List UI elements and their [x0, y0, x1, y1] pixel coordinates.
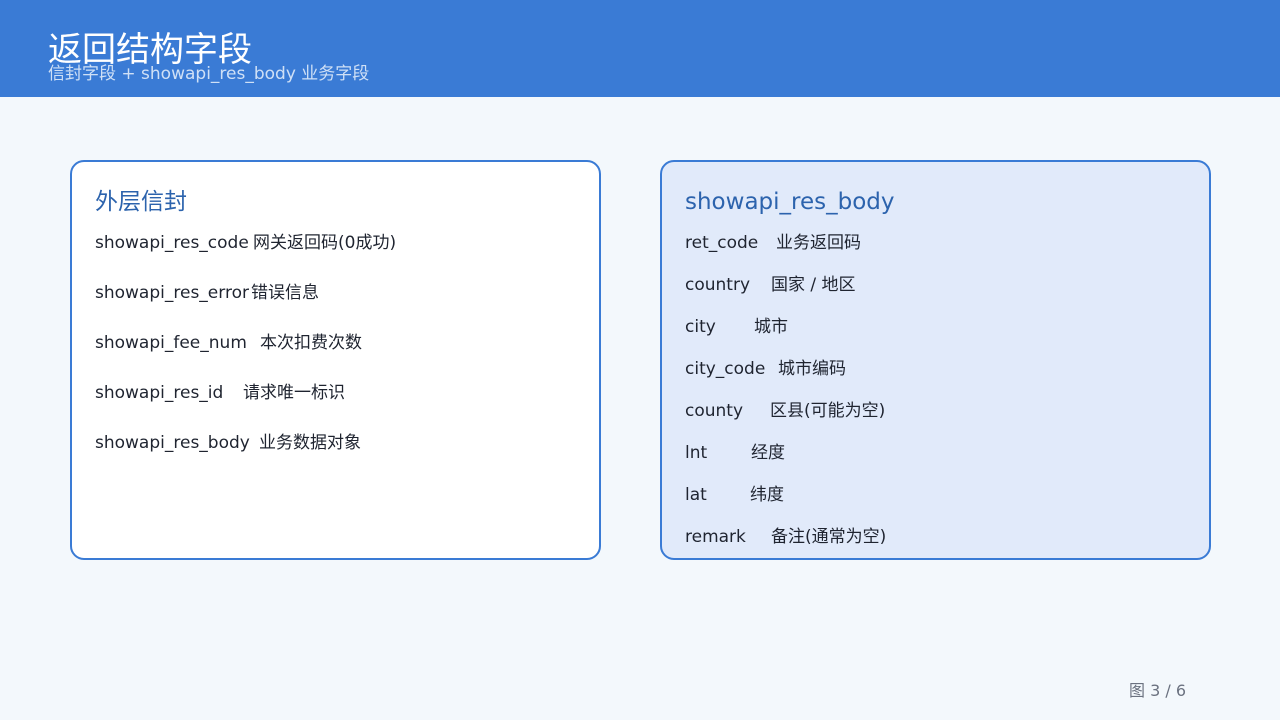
body-field-row: ret_code 业务返回码 — [685, 232, 861, 254]
field-name: county — [685, 401, 744, 421]
field-name: city — [685, 317, 716, 337]
body-field-row: county 区县(可能为空) — [685, 400, 885, 422]
field-name: city_code — [685, 359, 766, 379]
body-field-row: country 国家 / 地区 — [685, 274, 856, 296]
field-description: 经度 — [751, 443, 785, 463]
body-fields-card: showapi_res_body ret_code 业务返回码 country … — [660, 160, 1211, 560]
field-name: ret_code — [685, 233, 759, 253]
field-name: showapi_res_error — [95, 283, 249, 303]
field-description: 网关返回码(0成功) — [253, 233, 397, 253]
field-description: 业务数据对象 — [259, 433, 361, 453]
field-description: 错误信息 — [251, 283, 319, 303]
page-indicator: 图 3 / 6 — [1128, 681, 1186, 700]
field-description: 备注(通常为空) — [771, 527, 887, 547]
field-description: 纬度 — [750, 485, 784, 505]
field-name: showapi_res_body — [95, 433, 250, 453]
field-name: showapi_fee_num — [95, 333, 247, 353]
field-name: remark — [685, 527, 746, 547]
body-field-row: remark 备注(通常为空) — [685, 526, 886, 548]
page-subtitle: 信封字段 + showapi_res_body 业务字段 — [48, 64, 370, 84]
body-field-row: city_code 城市编码 — [685, 358, 846, 380]
header-bar: 返回结构字段 信封字段 + showapi_res_body 业务字段 — [0, 0, 1280, 97]
body-field-row: lnt 经度 — [685, 442, 785, 464]
field-description: 业务返回码 — [776, 233, 861, 253]
body-card-title: showapi_res_body — [685, 189, 895, 215]
field-description: 城市编码 — [778, 359, 846, 379]
field-description: 区县(可能为空) — [770, 401, 886, 421]
field-description: 城市 — [754, 317, 788, 337]
envelope-fields-card: 外层信封 showapi_res_code 网关返回码(0成功) showapi… — [70, 160, 601, 560]
envelope-field-row: showapi_fee_num 本次扣费次数 — [95, 332, 362, 354]
field-name: country — [685, 275, 751, 295]
field-name: lat — [685, 485, 707, 505]
body-field-row: lat 纬度 — [685, 484, 784, 506]
envelope-field-row: showapi_res_body 业务数据对象 — [95, 432, 361, 454]
field-name: lnt — [685, 443, 708, 463]
field-description: 请求唯一标识 — [243, 383, 345, 403]
envelope-field-row: showapi_res_error 错误信息 — [95, 282, 319, 304]
envelope-field-row: showapi_res_code 网关返回码(0成功) — [95, 232, 396, 254]
field-description: 本次扣费次数 — [260, 333, 362, 353]
field-name: showapi_res_id — [95, 383, 224, 403]
envelope-field-row: showapi_res_id 请求唯一标识 — [95, 382, 345, 404]
body-field-row: city 城市 — [685, 316, 788, 338]
envelope-card-title: 外层信封 — [95, 189, 187, 215]
field-name: showapi_res_code — [95, 233, 249, 253]
field-description: 国家 / 地区 — [771, 275, 856, 295]
